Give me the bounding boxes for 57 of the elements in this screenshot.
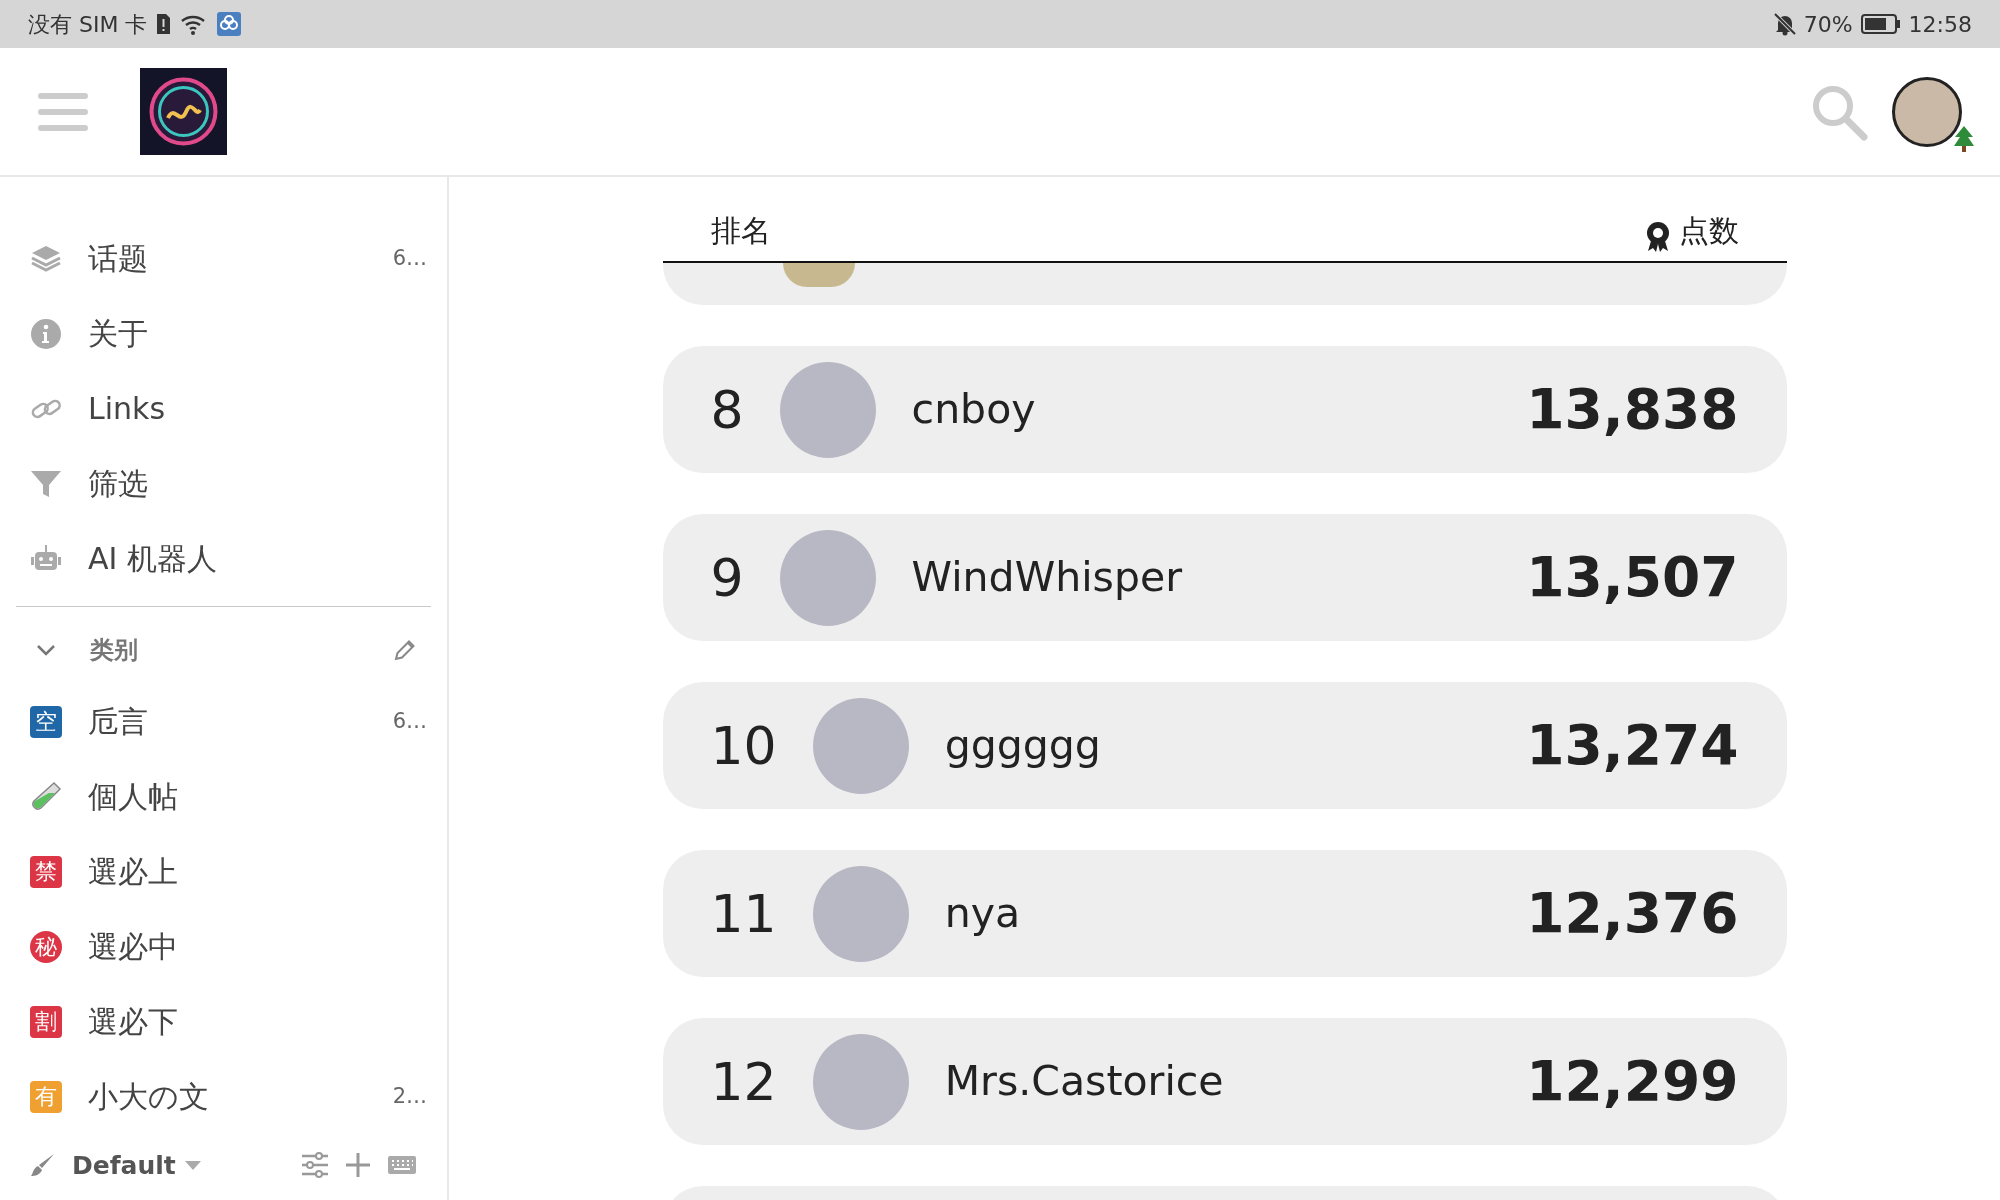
username[interactable]: cnboy [911,378,1527,441]
logo-image[interactable] [140,68,227,155]
info-icon [30,317,62,350]
sidebar-link[interactable]: AI 机器人 [88,536,427,581]
rank-number: 10 [710,714,777,778]
score-value: 12,299 [1526,1048,1739,1116]
section-title: 类别 [90,634,139,666]
battery-icon [1860,13,1901,35]
username[interactable]: Mrs.Castorice [944,1050,1527,1113]
item-count: 6… [392,244,427,272]
score-value: 13,838 [1526,376,1739,444]
battery-percent: 70% [1803,10,1853,39]
category-badge: 禁 [30,855,62,888]
menu-button[interactable] [38,91,88,132]
bell-muted-icon [1773,12,1796,36]
menu-icon [38,91,88,132]
clock-time: 12:58 [1908,10,1972,39]
sidebar-link[interactable]: Links [88,386,427,431]
category-badge: 割 [30,1005,62,1038]
username[interactable]: gggggg [944,714,1527,777]
category-link[interactable]: 選必上 [88,849,427,895]
test-tube-icon [30,780,62,813]
sidebar-link[interactable]: 关于 [88,311,427,356]
username[interactable]: WindWhisper [911,546,1527,609]
app-icon [217,12,242,36]
keyboard-icon[interactable] [387,1154,417,1177]
category-badge: 有 [30,1080,62,1113]
rank-number: 9 [710,546,744,610]
item-count: 6… [392,708,427,736]
carrier-text: 没有 SIM 卡 [28,10,148,39]
score-value: 12,376 [1526,880,1739,948]
column-header: 点数 [1678,212,1739,250]
tree-icon [1952,124,1976,153]
theme-dropdown[interactable]: Default [72,1146,202,1185]
category-link[interactable]: 卮言 [88,699,393,745]
category-link[interactable]: 選必中 [88,924,427,970]
score-value: 13,507 [1526,544,1739,612]
sliders-icon[interactable] [301,1152,329,1179]
award-icon [1644,221,1671,253]
category-badge: 空 [30,705,62,738]
brush-icon [30,1152,56,1179]
category-link[interactable]: 小大の文 [88,1074,393,1120]
sim-alert-icon [155,13,172,35]
rank-number: 8 [710,378,744,442]
rank-number: 11 [710,882,777,946]
column-header: 排名 [710,212,772,250]
plus-icon[interactable] [345,1152,371,1179]
sidebar-link[interactable]: 筛选 [88,461,427,506]
username[interactable]: nya [944,882,1527,945]
rank-number: 12 [710,1050,777,1114]
category-link[interactable]: 個人帖 [88,774,427,820]
item-count: 2… [392,1083,427,1111]
caret-down-icon [183,1159,202,1172]
category-badge: 秘 [30,930,62,963]
sidebar-link[interactable]: 话题 [88,236,393,281]
score-value: 13,274 [1526,712,1739,780]
category-link[interactable]: 選必下 [88,999,427,1045]
